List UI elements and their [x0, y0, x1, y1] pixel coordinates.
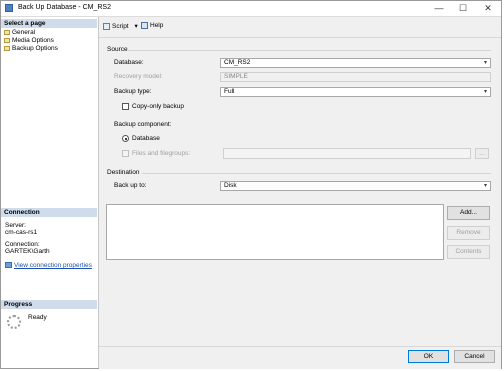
- script-button[interactable]: Script ▾: [103, 22, 138, 30]
- chevron-down-icon: ▾: [483, 89, 487, 95]
- back-up-to-select[interactable]: Disk ▾: [220, 181, 491, 191]
- minimize-button[interactable]: —: [427, 1, 451, 16]
- view-connection-properties-link[interactable]: View connection properties: [14, 262, 92, 269]
- back-up-to-label: Back up to:: [114, 182, 147, 189]
- chevron-down-icon: ▾: [483, 60, 487, 66]
- back-up-to-value: Disk: [224, 182, 237, 189]
- server-value: cm-cas-rs1: [5, 229, 38, 236]
- component-database-radio[interactable]: [122, 135, 129, 142]
- source-divider: [128, 50, 491, 51]
- page-item-backup-options[interactable]: Backup Options: [4, 45, 58, 53]
- select-page-header: Select a page: [1, 19, 97, 28]
- destination-list[interactable]: [106, 204, 444, 260]
- title-bar: Back Up Database - CM_RS2 — ☐ ✕: [1, 1, 501, 17]
- files-filegroups-field: [223, 148, 471, 159]
- page-item-media-options[interactable]: Media Options: [4, 37, 54, 45]
- destination-section-label: Destination: [107, 169, 140, 176]
- files-filegroups-label: Files and filegroups:: [132, 150, 191, 157]
- destination-divider: [142, 173, 491, 174]
- copy-only-label: Copy-only backup: [132, 103, 185, 110]
- database-label: Database:: [114, 59, 144, 66]
- help-icon: [141, 22, 148, 29]
- page-item-label: Media Options: [12, 37, 54, 44]
- page-item-general[interactable]: General: [4, 29, 35, 37]
- connection-value: GARTEK\Garth: [5, 248, 50, 255]
- backup-type-select[interactable]: Full ▾: [220, 87, 491, 97]
- script-icon: [103, 22, 110, 30]
- backup-database-dialog: Back Up Database - CM_RS2 — ☐ ✕ Select a…: [0, 0, 502, 369]
- copy-only-checkbox[interactable]: [122, 103, 129, 110]
- page-icon: [4, 29, 10, 35]
- remove-destination-button[interactable]: Remove: [447, 226, 490, 240]
- database-icon: [5, 4, 13, 12]
- add-destination-button[interactable]: Add...: [447, 206, 490, 220]
- help-button[interactable]: Help: [141, 22, 163, 29]
- chevron-down-icon: ▾: [483, 183, 487, 189]
- toolbar: Script ▾ Help: [99, 17, 501, 38]
- recovery-model-label: Recovery model:: [114, 73, 163, 80]
- progress-header: Progress: [1, 300, 97, 309]
- close-button[interactable]: ✕: [476, 1, 500, 16]
- page-item-label: General: [12, 29, 36, 36]
- page-icon: [4, 45, 10, 51]
- backup-type-label: Backup type:: [114, 88, 152, 95]
- chevron-down-icon[interactable]: ▾: [134, 23, 137, 30]
- backup-component-label: Backup component:: [114, 121, 172, 128]
- progress-status: Ready: [28, 314, 47, 321]
- page-item-label: Backup Options: [12, 45, 58, 52]
- component-database-label: Database: [132, 135, 160, 142]
- progress-spinner-icon: [7, 315, 21, 329]
- cancel-button[interactable]: Cancel: [454, 350, 495, 363]
- database-select[interactable]: CM_RS2 ▾: [220, 58, 491, 68]
- properties-icon: [5, 262, 12, 269]
- contents-button[interactable]: Contents: [447, 245, 490, 259]
- files-filegroups-checkbox[interactable]: [122, 150, 129, 157]
- database-value: CM_RS2: [224, 59, 251, 66]
- window-title: Back Up Database - CM_RS2: [18, 4, 111, 11]
- source-section-label: Source: [107, 46, 128, 53]
- maximize-button[interactable]: ☐: [451, 1, 475, 16]
- recovery-model-field: SIMPLE: [220, 72, 491, 82]
- left-panel: Select a page General Media Options Back…: [1, 17, 99, 368]
- help-label: Help: [150, 22, 164, 30]
- recovery-model-value: SIMPLE: [224, 73, 248, 80]
- backup-type-value: Full: [224, 88, 235, 95]
- view-connection-properties[interactable]: View connection properties: [5, 262, 92, 270]
- script-label: Script: [112, 23, 129, 30]
- page-icon: [4, 37, 10, 43]
- ok-button[interactable]: OK: [408, 350, 449, 363]
- connection-header: Connection: [1, 208, 97, 217]
- browse-files-button[interactable]: ...: [475, 148, 489, 159]
